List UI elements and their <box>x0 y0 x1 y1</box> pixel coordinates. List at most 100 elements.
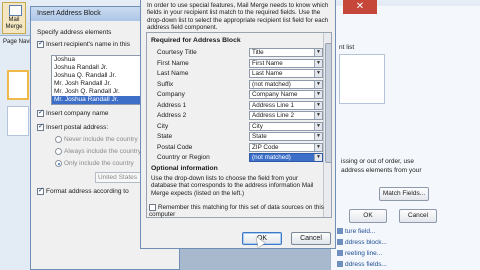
insert-name-checkbox-row[interactable]: Insert recipient's name in this <box>37 39 130 48</box>
field-mapping-row: City City ▼ <box>157 121 327 132</box>
insert-postal-row[interactable]: Insert postal address: <box>37 122 108 131</box>
scrollbar[interactable] <box>323 33 331 217</box>
greeting-line-icon <box>337 250 343 257</box>
field-dropdown-value: (not matched) <box>252 80 291 88</box>
field-dropdown[interactable]: Address Line 2 ▼ <box>249 111 323 120</box>
chevron-down-icon[interactable]: ▼ <box>314 49 322 56</box>
field-dropdown-value: Address Line 1 <box>252 101 295 109</box>
field-dropdown-value: ZIP Code <box>252 143 279 151</box>
format-address-checkbox[interactable] <box>37 186 44 195</box>
match-fields-intro: In order to use special features, Mail M… <box>147 2 329 31</box>
scrollbar-thumb[interactable] <box>325 43 331 163</box>
field-dropdown[interactable]: City ▼ <box>249 121 323 131</box>
field-dropdown[interactable]: Company Name ▼ <box>249 90 323 99</box>
page-thumbnail[interactable] <box>7 70 29 100</box>
field-label: Last Name <box>157 70 189 77</box>
radio-never[interactable] <box>55 136 62 143</box>
field-dropdown[interactable]: ZIP Code ▼ <box>249 142 323 152</box>
chevron-down-icon[interactable]: ▼ <box>314 91 322 98</box>
radio-never-row[interactable]: Never include the country <box>55 136 138 143</box>
mail-merge-task-pane: nt list issing or out of order, use addr… <box>330 6 480 270</box>
chevron-down-icon[interactable]: ▼ <box>314 122 322 130</box>
field-mapping-row: Address 1 Address Line 1 ▼ <box>157 100 327 111</box>
order-text-2: address elements from your <box>341 167 422 174</box>
field-label: Courtesy Title <box>157 49 197 56</box>
recipient-list-label: nt list <box>339 44 355 51</box>
field-label: Suffix <box>157 80 174 88</box>
field-mapping-row: Company Company Name ▼ <box>157 90 327 100</box>
field-dropdown-value: Title <box>252 49 264 56</box>
field-mapping-row: Last Name Last Name ▼ <box>157 69 327 79</box>
insert-company-row[interactable]: Insert company name <box>37 108 109 117</box>
insert-name-checkbox[interactable] <box>37 39 44 48</box>
field-dropdown-value: Address Line 2 <box>252 112 295 119</box>
field-mapping-row: Postal Code ZIP Code ▼ <box>157 142 327 153</box>
match-fields-dialog: In order to use special features, Mail M… <box>140 0 336 249</box>
required-heading: Required for Address Block <box>151 37 241 44</box>
specify-elements-label: Specify address elements <box>37 29 112 36</box>
field-dropdown[interactable]: Address Line 1 ▼ <box>249 100 323 110</box>
link-insert-field[interactable]: ture field... <box>337 228 375 235</box>
optional-text: Use the drop-down lists to choose the fi… <box>151 175 314 197</box>
address-block-icon <box>337 239 343 246</box>
field-icon <box>337 228 343 235</box>
chevron-down-icon[interactable]: ▼ <box>314 70 322 77</box>
task-pane-ok-button[interactable]: OK <box>349 209 387 223</box>
field-label: City <box>157 122 169 130</box>
radio-only-row[interactable]: Only include the country <box>55 160 134 167</box>
order-text-1: issing or out of order, use <box>341 158 414 165</box>
field-dropdown-value: State <box>252 133 267 140</box>
insert-company-checkbox[interactable] <box>37 108 44 117</box>
field-dropdown[interactable]: (not matched) ▼ <box>249 79 323 89</box>
field-mapping-row: State State ▼ <box>157 132 327 142</box>
field-mapping-row: Suffix (not matched) ▼ <box>157 79 327 90</box>
remember-checkbox[interactable] <box>149 204 156 211</box>
field-label: Company <box>157 91 185 98</box>
mail-merge-button[interactable]: Mail Merge <box>2 2 26 34</box>
format-address-row[interactable]: Format address according to <box>37 186 129 195</box>
field-dropdown-value: (not matched) <box>252 154 291 161</box>
field-mapping-row: Address 2 Address Line 2 ▼ <box>157 111 327 121</box>
match-fields-scroll-area: Required for Address Block Courtesy Titl… <box>146 32 332 218</box>
field-label: Address 1 <box>157 101 187 109</box>
field-dropdown[interactable]: (not matched) ▼ <box>249 153 323 162</box>
field-label: Address 2 <box>157 112 187 119</box>
field-label: Postal Code <box>157 143 193 151</box>
chevron-down-icon[interactable]: ▼ <box>314 59 322 67</box>
field-mapping-row: Country or Region (not matched) ▼ <box>157 153 327 163</box>
optional-heading: Optional information <box>151 165 218 172</box>
chevron-down-icon[interactable]: ▼ <box>314 143 322 151</box>
chevron-down-icon[interactable]: ▼ <box>314 133 322 140</box>
field-dropdown-value: First Name <box>252 59 283 67</box>
chevron-down-icon[interactable]: ▼ <box>314 80 322 88</box>
insert-postal-checkbox[interactable] <box>37 122 44 131</box>
link-greeting-line[interactable]: reeting line... <box>337 250 382 257</box>
field-dropdown-value: Last Name <box>252 70 283 77</box>
chevron-down-icon[interactable]: ▼ <box>314 101 322 109</box>
field-label: Country or Region <box>157 154 210 161</box>
field-dropdown[interactable]: State ▼ <box>249 132 323 141</box>
field-dropdown[interactable]: Title ▼ <box>249 48 323 57</box>
link-address-block[interactable]: ddress block... <box>337 239 387 246</box>
radio-always[interactable] <box>55 148 62 155</box>
mail-merge-label: Mail Merge <box>5 17 23 30</box>
field-label: State <box>157 133 173 140</box>
field-label: First Name <box>157 59 189 67</box>
remember-row[interactable]: Remember this matching for this set of d… <box>149 204 333 219</box>
field-dropdown[interactable]: First Name ▼ <box>249 58 323 68</box>
match-fields-button[interactable]: Match Fields... <box>379 187 429 201</box>
cancel-button[interactable]: Cancel <box>291 232 331 245</box>
page-thumbnail[interactable] <box>7 106 29 136</box>
link-address-fields[interactable]: ddress fields... <box>337 261 387 268</box>
chevron-down-icon[interactable]: ▼ <box>314 112 322 119</box>
field-dropdown[interactable]: Last Name ▼ <box>249 69 323 78</box>
preview-box <box>339 54 385 104</box>
radio-only[interactable] <box>55 160 62 167</box>
address-fields-icon <box>337 261 343 268</box>
close-icon: ✕ <box>355 1 365 12</box>
task-pane-cancel-button[interactable]: Cancel <box>399 209 437 223</box>
close-button[interactable]: ✕ <box>343 0 377 14</box>
field-dropdown-value: City <box>252 122 263 130</box>
chevron-down-icon[interactable]: ▼ <box>314 154 322 161</box>
radio-always-row[interactable]: Always include the country <box>55 148 141 155</box>
